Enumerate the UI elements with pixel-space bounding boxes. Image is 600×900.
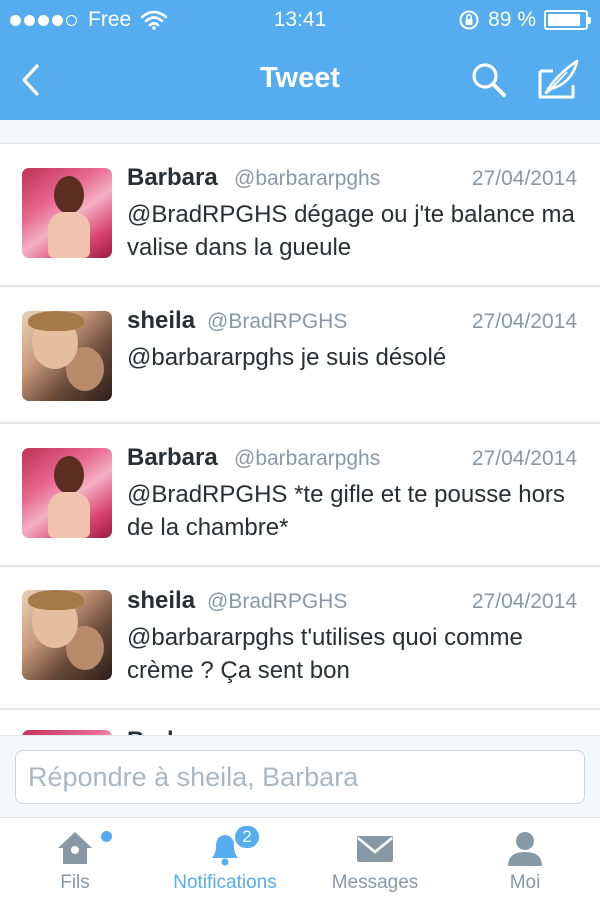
avatar[interactable] <box>22 448 112 538</box>
status-right: 89 % <box>458 8 591 32</box>
tweet-author-name[interactable]: sheila <box>127 587 195 615</box>
battery-icon <box>544 10 591 30</box>
search-icon <box>472 63 506 97</box>
app-header: Free 13:41 89 % Tweet <box>0 0 600 120</box>
compose-tweet-button[interactable] <box>534 56 584 102</box>
tab-notifications[interactable]: 2 Notifications <box>160 818 290 900</box>
notification-badge: 2 <box>233 824 261 850</box>
tweet-author-name[interactable]: sheila <box>127 307 195 335</box>
tweet-item[interactable]: sheila @BradRPGHS 27/04/2014 @barbararpg… <box>0 286 600 423</box>
battery-percent: 89 % <box>488 8 536 31</box>
tweet-author-handle[interactable]: @BradRPGHS <box>207 590 347 614</box>
tweet-text: @barbararpghs t'utilises quoi comme crèm… <box>127 624 523 684</box>
tweet-author-handle[interactable]: @BradRPGHS <box>207 310 347 334</box>
tweet-author-name[interactable]: Barbara <box>127 727 218 735</box>
tweet-header: Barbara <box>127 727 577 735</box>
tweet-header: sheila @BradRPGHS 27/04/2014 <box>127 587 577 617</box>
tweet-item[interactable]: Barbara @barbararpghs 27/04/2014 @BradRP… <box>0 143 600 286</box>
battery-level <box>548 14 581 26</box>
avatar[interactable] <box>22 168 112 258</box>
rotation-lock-icon <box>459 10 479 30</box>
tweet-date: 27/04/2014 <box>471 310 577 333</box>
tweet-text: @BradRPGHS *te gifle et te pousse hors d… <box>127 481 565 541</box>
envelope-icon <box>357 836 393 862</box>
tweet-text: @BradRPGHS dégage ou j'te balance ma val… <box>127 201 575 261</box>
tab-bar: Fils 2 Notifications Messages Moi <box>0 817 600 900</box>
tab-me[interactable]: Moi <box>470 818 580 900</box>
nav-bar: Tweet <box>0 40 600 120</box>
tab-notifications-label: Notifications <box>173 872 277 893</box>
avatar[interactable] <box>22 590 112 680</box>
tweet-item[interactable]: Barbara <box>0 709 600 735</box>
tweet-author-handle[interactable]: @barbararpghs <box>234 447 380 471</box>
tab-messages[interactable]: Messages <box>315 818 435 900</box>
tab-me-label: Moi <box>509 872 541 893</box>
compose-quill-icon <box>538 59 579 99</box>
avatar[interactable] <box>22 311 112 401</box>
status-bar: Free 13:41 89 % <box>0 0 600 40</box>
tweet-header: Barbara @barbararpghs 27/04/2014 <box>127 444 577 474</box>
tab-messages-label: Messages <box>331 872 419 893</box>
tweet-author-handle[interactable]: @barbararpghs <box>234 167 380 191</box>
tab-home-label: Fils <box>60 872 90 893</box>
reply-input[interactable] <box>15 750 585 804</box>
conversation-timeline[interactable]: Barbara @barbararpghs 27/04/2014 @BradRP… <box>0 120 600 735</box>
tweet-item[interactable]: Barbara @barbararpghs 27/04/2014 @BradRP… <box>0 423 600 566</box>
tweet-text: @barbararpghs je suis désolé <box>127 344 447 371</box>
profile-icon <box>508 832 542 866</box>
tweet-item[interactable]: sheila @BradRPGHS 27/04/2014 @barbararpg… <box>0 566 600 709</box>
reply-bar <box>0 735 600 817</box>
home-icon <box>58 832 92 864</box>
tweet-author-name[interactable]: Barbara <box>127 164 218 192</box>
tweet-header: Barbara @barbararpghs 27/04/2014 <box>127 164 577 194</box>
tweet-date: 27/04/2014 <box>471 447 577 470</box>
tweet-date: 27/04/2014 <box>471 167 577 190</box>
new-content-dot <box>101 831 112 842</box>
search-button[interactable] <box>466 58 512 102</box>
tweet-date: 27/04/2014 <box>471 590 577 613</box>
tab-home[interactable]: Fils <box>20 818 130 900</box>
tweet-author-name[interactable]: Barbara <box>127 444 218 472</box>
tweet-header: sheila @BradRPGHS 27/04/2014 <box>127 307 577 337</box>
